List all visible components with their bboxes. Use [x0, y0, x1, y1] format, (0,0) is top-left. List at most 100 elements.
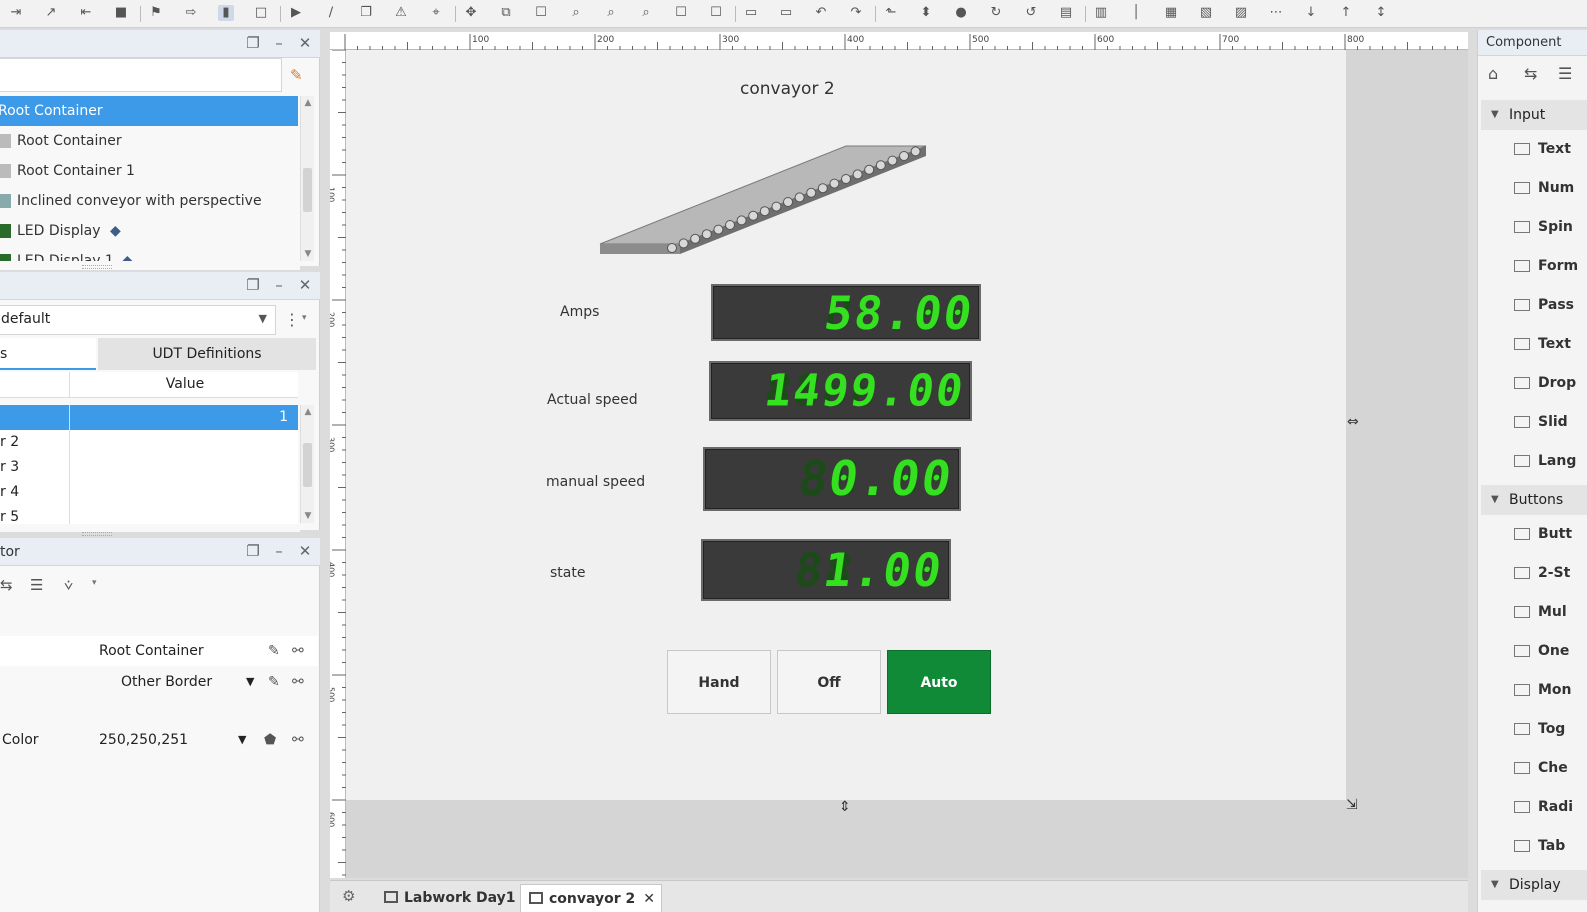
toolbar-tool-icon[interactable]: ⇤	[78, 5, 94, 21]
toolbar-tool-icon[interactable]: ⬍	[918, 5, 934, 21]
toolbar-tool-icon[interactable]: ⌕	[568, 5, 584, 21]
tab-udt-definitions[interactable]: UDT Definitions	[98, 338, 316, 370]
hand-button[interactable]: Hand	[667, 650, 771, 714]
toolbar-tool-icon[interactable]: │	[1128, 5, 1144, 21]
resize-vertical-icon[interactable]: ⇕	[839, 799, 851, 815]
toolbar-tool-icon[interactable]: ▤	[1058, 5, 1074, 21]
palette-item[interactable]: Butt	[1478, 519, 1587, 549]
tab-convayor-2[interactable]: convayor 2 ✕	[520, 884, 662, 912]
toolbar-tool-icon[interactable]: ☐	[708, 5, 724, 21]
palette-item[interactable]: Che	[1478, 753, 1587, 783]
toolbar-tool-icon[interactable]: ⇨	[183, 5, 199, 21]
palette-item[interactable]: Mul	[1478, 597, 1587, 627]
palette-item[interactable]: Drop	[1478, 368, 1587, 398]
table-row[interactable]: 1	[0, 405, 298, 430]
palette-item[interactable]: Pass	[1478, 290, 1587, 320]
toolbar-tool-icon[interactable]: ✥	[463, 5, 479, 21]
toolbar-tool-icon[interactable]: ∕	[323, 5, 339, 21]
toolbar-tool-icon[interactable]: ▨	[1233, 5, 1249, 21]
edit-icon[interactable]: ✎	[268, 636, 280, 666]
toolbar-tool-icon[interactable]: ●	[953, 5, 969, 21]
list-view-icon[interactable]: ☰	[30, 576, 43, 594]
edit-icon[interactable]: ✎	[268, 667, 280, 697]
palette-view-icon[interactable]: ⌂	[1488, 64, 1498, 83]
resize-horizontal-icon[interactable]: ⇔	[1347, 414, 1359, 430]
palette-item[interactable]: One	[1478, 636, 1587, 666]
column-header-name[interactable]	[0, 372, 70, 398]
toolbar-tool-icon[interactable]: ▧	[1198, 5, 1214, 21]
palette-item[interactable]: 2-St	[1478, 558, 1587, 588]
property-value[interactable]: 250,250,251	[99, 725, 188, 755]
tree-item[interactable]: Root Container	[0, 126, 298, 156]
table-row[interactable]: r 4	[0, 480, 298, 505]
palette-item[interactable]: Spin	[1478, 212, 1587, 242]
chevron-down-icon[interactable]: ▼	[238, 725, 246, 755]
sort-icon[interactable]: ⇆	[0, 576, 13, 594]
toolbar-tool-icon[interactable]: ▮	[218, 5, 234, 21]
toolbar-tool-icon[interactable]: ↻	[988, 5, 1004, 21]
binding-link-icon[interactable]: ⚯	[292, 636, 304, 666]
led-display-amps[interactable]: 88.88 58.00	[711, 284, 981, 341]
binding-link-icon[interactable]: ⚯	[292, 667, 304, 697]
scroll-thumb[interactable]	[303, 443, 312, 487]
tree-item[interactable]: Root Container 1	[0, 156, 298, 186]
property-value[interactable]: Root Container	[99, 636, 204, 666]
inclined-conveyor-image[interactable]	[596, 140, 930, 260]
toolbar-tool-icon[interactable]: ⇥	[8, 5, 24, 21]
more-options-icon[interactable]: ⋮	[284, 310, 300, 329]
toolbar-tool-icon[interactable]: ⌕	[603, 5, 619, 21]
column-header-value[interactable]: Value	[72, 376, 298, 392]
tag-provider-select[interactable]: default ▼	[0, 305, 276, 335]
gear-icon[interactable]: ⚙	[342, 887, 355, 905]
toolbar-tool-icon[interactable]: ▭	[743, 5, 759, 21]
toolbar-tool-icon[interactable]: ▦	[1163, 5, 1179, 21]
toolbar-tool-icon[interactable]: ↑	[1338, 5, 1354, 21]
close-icon[interactable]: ✕	[643, 885, 655, 912]
panel-resize-grip[interactable]	[82, 265, 112, 269]
close-icon[interactable]: ✕	[298, 542, 312, 560]
sort-icon[interactable]: ⇆	[1524, 64, 1537, 83]
scroll-up-icon[interactable]: ▲	[303, 407, 313, 417]
toolbar-tool-icon[interactable]: ↗	[43, 5, 59, 21]
toolbar-tool-icon[interactable]: ↷	[848, 5, 864, 21]
chevron-down-icon[interactable]: ▾	[92, 578, 97, 588]
float-icon[interactable]: ❐	[246, 542, 260, 560]
toolbar-tool-icon[interactable]: ⚑	[148, 5, 164, 21]
tab-labwork-day1[interactable]: Labwork Day1	[376, 884, 524, 912]
minimize-icon[interactable]: –	[272, 276, 286, 294]
chevron-down-icon[interactable]: ▼	[246, 667, 254, 697]
property-row[interactable]: Other Border ▼ ✎ ⚯	[0, 667, 318, 697]
minimize-icon[interactable]: –	[272, 34, 286, 52]
toolbar-tool-icon[interactable]: ↶	[813, 5, 829, 21]
toolbar-tool-icon[interactable]: ⋯	[1268, 5, 1284, 21]
scroll-up-icon[interactable]: ▲	[303, 98, 313, 108]
filter-icon[interactable]: ⩒	[64, 576, 73, 594]
tag-scrollbar[interactable]: ▲ ▼	[300, 405, 314, 523]
toolbar-tool-icon[interactable]: ■	[113, 5, 129, 21]
tree-item[interactable]: Inclined conveyor with perspective	[0, 186, 298, 216]
tree-item[interactable]: LED Display ◆	[0, 216, 298, 246]
toolbar-tool-icon[interactable]: ⚠	[393, 5, 409, 21]
scroll-down-icon[interactable]: ▼	[303, 511, 313, 521]
palette-item[interactable]: Radi	[1478, 792, 1587, 822]
toolbar-tool-icon[interactable]: ❐	[358, 5, 374, 21]
float-icon[interactable]: ❐	[246, 34, 260, 52]
toolbar-tool-icon[interactable]: ↕	[1373, 5, 1389, 21]
palette-item[interactable]: Mon	[1478, 675, 1587, 705]
property-value[interactable]: Other Border	[121, 667, 212, 697]
tab-tags[interactable]: s	[0, 338, 96, 370]
led-display-actual-speed[interactable]: 8888.88 1499.00	[709, 361, 972, 421]
led-display-manual-speed[interactable]: 88.88 0.00	[703, 447, 961, 511]
palette-item[interactable]: Slid	[1478, 407, 1587, 437]
property-row[interactable]: Color 250,250,251 ▼ ⬟ ⚯	[0, 725, 318, 755]
close-icon[interactable]: ✕	[298, 276, 312, 294]
binding-link-icon[interactable]: ⚯	[292, 725, 304, 755]
auto-button[interactable]: Auto	[887, 650, 991, 714]
filter-search-icon[interactable]: ✎	[290, 66, 308, 84]
toolbar-tool-icon[interactable]: ↺	[1023, 5, 1039, 21]
toolbar-tool-icon[interactable]: ☐	[533, 5, 549, 21]
search-input[interactable]	[0, 58, 282, 92]
toolbar-tool-icon[interactable]: ⬑	[883, 5, 899, 21]
minimize-icon[interactable]: –	[272, 542, 286, 560]
toolbar-tool-icon[interactable]: □	[253, 5, 269, 21]
